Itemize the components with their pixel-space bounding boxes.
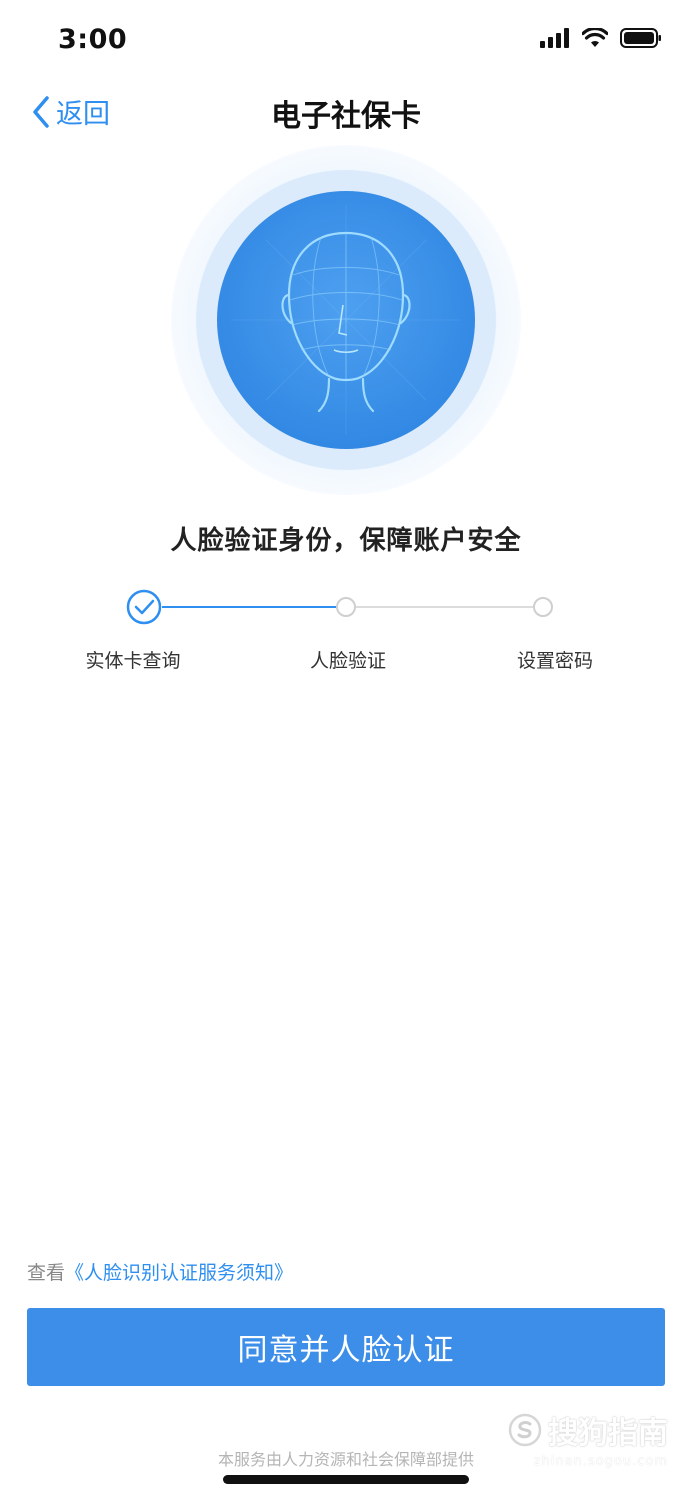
service-notice: 查看《人脸识别认证服务须知》 <box>27 1258 293 1285</box>
battery-icon <box>620 28 661 48</box>
step-2-dot-icon <box>336 597 356 617</box>
wifi-icon <box>582 28 608 47</box>
step-3-dot-icon <box>533 597 553 617</box>
cellular-signal-icon <box>540 28 569 48</box>
status-icons <box>540 28 662 48</box>
agree-face-auth-button[interactable]: 同意并人脸认证 <box>27 1308 665 1386</box>
notice-prefix: 查看 <box>27 1262 66 1284</box>
step-progress: 实体卡查询 人脸验证 设置密码 <box>0 585 692 685</box>
headline: 人脸验证身份，保障账户安全 <box>170 526 522 556</box>
sogou-logo-icon <box>508 1413 542 1447</box>
step-label-face-verify: 人脸验证 <box>309 650 386 672</box>
status-time: 3:00 <box>58 24 128 55</box>
service-terms-link[interactable]: 《人脸识别认证服务须知》 <box>65 1262 293 1284</box>
page-title: 电子社保卡 <box>271 99 421 134</box>
step-1-check-icon <box>126 589 162 625</box>
step-label-set-password: 设置密码 <box>516 650 593 672</box>
provider-text: 本服务由人力资源和社会保障部提供 <box>217 1450 474 1469</box>
home-indicator[interactable] <box>223 1475 469 1484</box>
face-scan-illustration <box>171 145 521 495</box>
step-label-card-query: 实体卡查询 <box>85 650 181 672</box>
